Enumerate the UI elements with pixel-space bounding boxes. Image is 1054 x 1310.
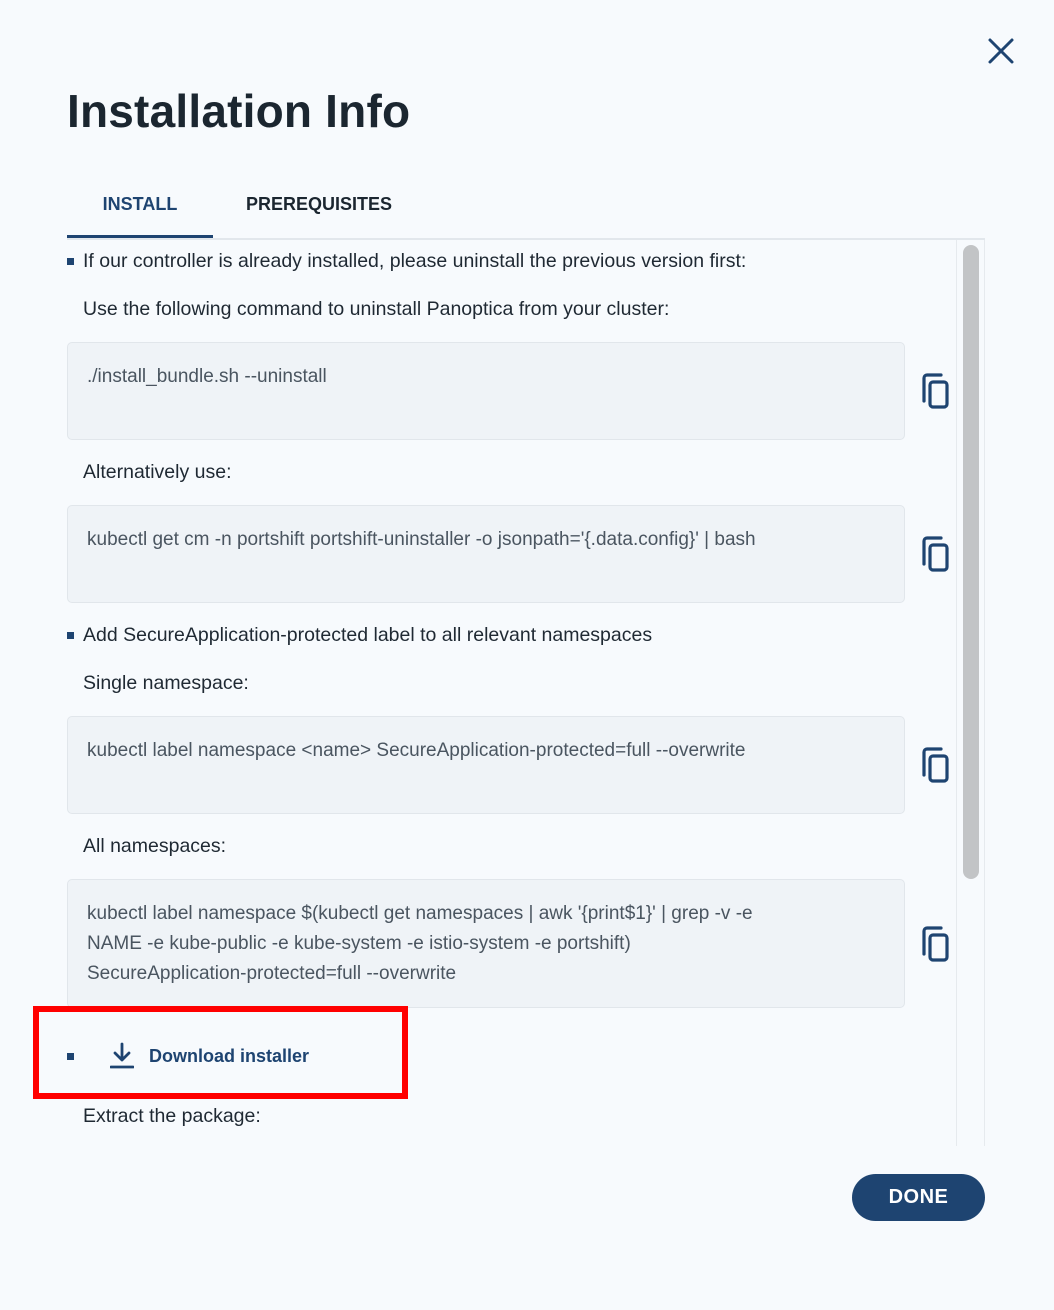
installation-info-dialog: Installation Info INSTALL PREREQUISITES … xyxy=(0,0,1054,1310)
single-namespace-label: Single namespace: xyxy=(83,672,249,694)
bullet-marker xyxy=(67,258,74,265)
single-namespace-command-box[interactable]: kubectl label namespace <name> SecureApp… xyxy=(67,716,905,814)
all-namespaces-command-box[interactable]: kubectl label namespace $(kubectl get na… xyxy=(67,879,905,1008)
close-icon[interactable] xyxy=(986,36,1016,66)
scrollbar-thumb[interactable] xyxy=(963,245,979,879)
alt-uninstall-command-box[interactable]: kubectl get cm -n portshift portshift-un… xyxy=(67,505,905,603)
all-namespaces-command-line: kubectl label namespace $(kubectl get na… xyxy=(87,903,753,924)
install-content[interactable]: If our controller is already installed, … xyxy=(67,240,956,1146)
download-installer-label: Download installer xyxy=(149,1045,310,1066)
uninstall-step-text: If our controller is already installed, … xyxy=(83,250,747,272)
uninstall-command: ./install_bundle.sh --uninstall xyxy=(87,366,327,387)
copy-icon[interactable] xyxy=(919,373,953,411)
bullet-marker xyxy=(67,1052,74,1060)
bullet-marker xyxy=(67,632,74,639)
label-step-text: Add SecureApplication-protected label to… xyxy=(83,624,653,646)
done-button[interactable]: DONE xyxy=(852,1174,985,1221)
copy-icon[interactable] xyxy=(919,747,953,785)
label-step: Add SecureApplication-protected label to… xyxy=(67,624,652,647)
uninstall-command-box[interactable]: ./install_bundle.sh --uninstall xyxy=(67,342,905,440)
download-step: Download installer xyxy=(67,1042,309,1070)
tab-bar: INSTALL PREREQUISITES xyxy=(67,178,985,240)
copy-icon[interactable] xyxy=(919,536,953,574)
all-namespaces-label: All namespaces: xyxy=(83,835,227,857)
dialog-title: Installation Info xyxy=(67,85,411,137)
all-namespaces-command-line: NAME -e kube-public -e kube-system -e is… xyxy=(87,933,631,954)
all-namespaces-command-line: SecureApplication-protected=full --overw… xyxy=(87,963,457,984)
tab-prerequisites[interactable]: PREREQUISITES xyxy=(233,178,405,236)
download-icon xyxy=(110,1042,134,1069)
copy-icon[interactable] xyxy=(919,926,953,964)
alternative-label: Alternatively use: xyxy=(83,461,232,483)
download-installer-link[interactable]: Download installer xyxy=(110,1042,309,1070)
tab-install[interactable]: INSTALL xyxy=(67,178,213,238)
content-scrollbar[interactable] xyxy=(956,240,985,1146)
single-namespace-command: kubectl label namespace <name> SecureApp… xyxy=(87,740,746,761)
extract-package-label: Extract the package: xyxy=(83,1105,261,1127)
uninstall-step: If our controller is already installed, … xyxy=(67,250,746,273)
uninstall-instruction: Use the following command to uninstall P… xyxy=(83,298,670,320)
alt-uninstall-command: kubectl get cm -n portshift portshift-un… xyxy=(87,529,756,550)
